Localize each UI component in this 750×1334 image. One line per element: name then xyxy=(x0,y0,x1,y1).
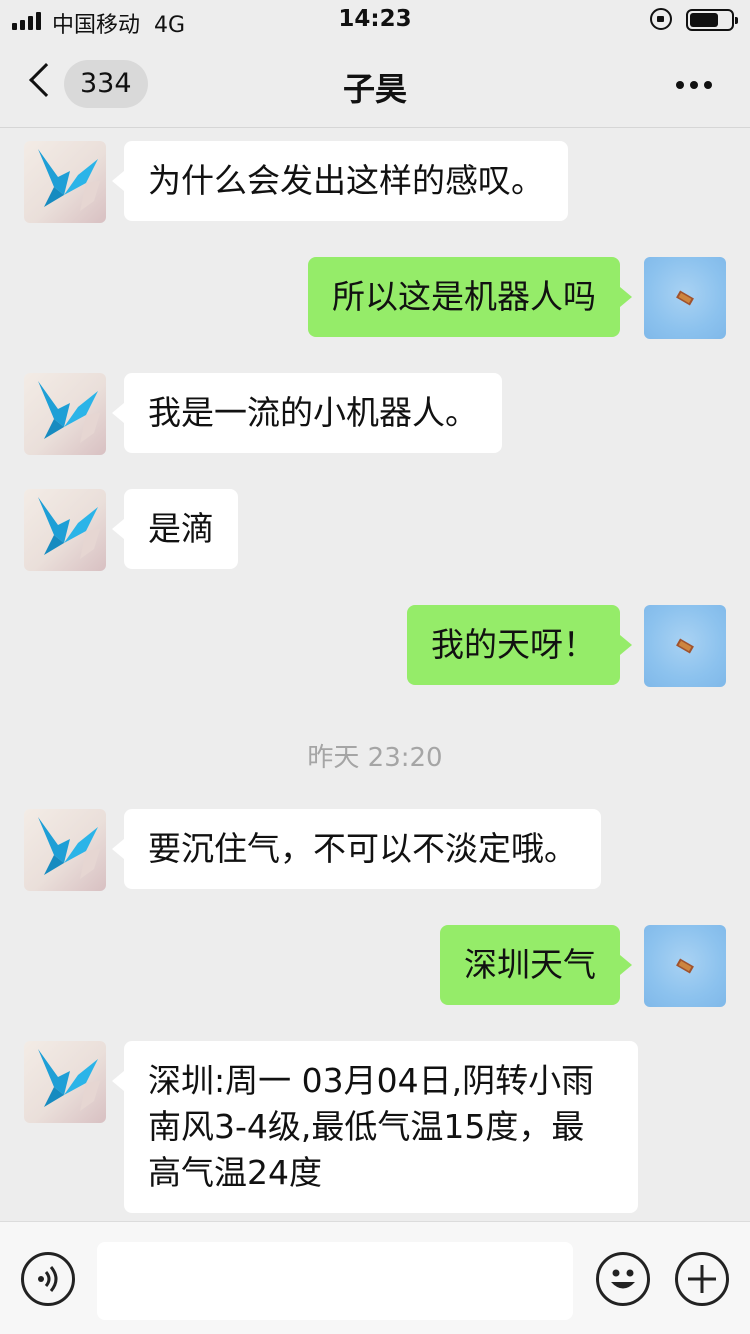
my-avatar[interactable] xyxy=(644,257,726,339)
contact-avatar[interactable] xyxy=(24,141,106,223)
emoji-button[interactable] xyxy=(596,1252,650,1306)
contact-avatar[interactable] xyxy=(24,373,106,455)
voice-icon xyxy=(38,1266,58,1292)
nav-bar: 334 子昊 xyxy=(0,40,750,128)
message-bubble[interactable]: 要沉住气，不可以不淡定哦。 xyxy=(112,809,601,889)
message-bubble[interactable]: 我是一流的小机器人。 xyxy=(112,373,502,453)
chat-title: 子昊 xyxy=(342,70,407,108)
message-bubble[interactable]: 深圳:周一 03月04日,阴转小雨 南风3-4级,最低气温15度，最 高气温24… xyxy=(112,1041,638,1213)
plus-icon xyxy=(688,1265,716,1293)
my-avatar[interactable] xyxy=(644,925,726,1007)
voice-button[interactable] xyxy=(21,1252,75,1306)
more-functions-button[interactable] xyxy=(675,1252,729,1306)
smiley-icon xyxy=(611,1269,635,1289)
message-bubble[interactable]: 我的天呀！ xyxy=(407,605,632,685)
input-bar xyxy=(0,1221,750,1334)
chat-history[interactable]: 为什么会发出这样的感叹。 所以这是机器人吗 我是一流的小机器人。 是滴 我的天呀… xyxy=(0,129,750,1221)
message-bubble[interactable]: 为什么会发出这样的感叹。 xyxy=(112,141,568,221)
contact-avatar[interactable] xyxy=(24,809,106,891)
more-options-icon[interactable] xyxy=(676,81,712,89)
status-bar: 中国移动 4G 14:23 xyxy=(0,0,750,40)
contact-avatar[interactable] xyxy=(24,1041,106,1123)
message-bubble[interactable]: 所以这是机器人吗 xyxy=(308,257,632,337)
message-bubble[interactable]: 深圳天气 xyxy=(440,925,632,1005)
my-avatar[interactable] xyxy=(644,605,726,687)
contact-avatar[interactable] xyxy=(24,489,106,571)
message-bubble[interactable]: 是滴 xyxy=(112,489,238,569)
message-input[interactable] xyxy=(97,1242,573,1320)
chat-timestamp: 昨天 23:20 xyxy=(307,743,443,773)
battery-icon xyxy=(686,9,738,31)
rotation-lock-icon xyxy=(650,8,672,30)
status-time: 14:23 xyxy=(338,6,412,32)
